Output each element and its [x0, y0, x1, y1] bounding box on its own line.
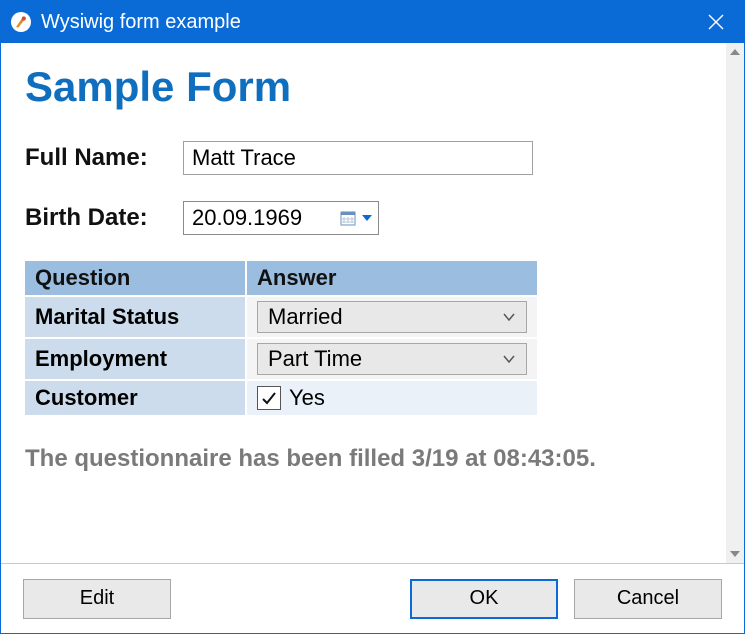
- button-label: Cancel: [617, 587, 679, 610]
- title-bar: Wysiwig form example: [1, 1, 744, 43]
- check-icon: [261, 390, 277, 406]
- table-header-row: Question Answer: [25, 261, 537, 296]
- status-text: The questionnaire has been filled 3/19 a…: [25, 445, 706, 473]
- answer-cell: Part Time: [246, 338, 537, 380]
- app-icon: [11, 12, 31, 32]
- row-birth-date: Birth Date: 20.09.1969: [25, 201, 706, 235]
- ok-button[interactable]: OK: [410, 579, 558, 619]
- question-cell: Customer: [25, 380, 246, 415]
- page-title: Sample Form: [25, 63, 706, 111]
- vertical-scrollbar[interactable]: [726, 43, 744, 563]
- marital-status-select[interactable]: Married: [257, 301, 527, 333]
- table-row: Customer Yes: [25, 380, 537, 415]
- button-label: Edit: [80, 587, 114, 610]
- table-row: Marital Status Married: [25, 296, 537, 338]
- employment-select[interactable]: Part Time: [257, 343, 527, 375]
- table-row: Employment Part Time: [25, 338, 537, 380]
- birth-date-label: Birth Date:: [25, 204, 183, 232]
- header-answer: Answer: [246, 261, 537, 296]
- customer-checkbox-label: Yes: [289, 385, 325, 411]
- scroll-down-icon: [730, 551, 740, 557]
- calendar-icon: [340, 210, 356, 226]
- window-title: Wysiwig form example: [41, 11, 694, 34]
- full-name-input[interactable]: [183, 141, 533, 175]
- full-name-label: Full Name:: [25, 144, 183, 172]
- window-frame: Wysiwig form example Sample Form Full Na…: [0, 0, 745, 634]
- select-value: Married: [268, 304, 502, 330]
- client-area: Sample Form Full Name: Birth Date: 20.09…: [1, 43, 744, 563]
- content-area: Sample Form Full Name: Birth Date: 20.09…: [1, 43, 726, 563]
- question-cell: Marital Status: [25, 296, 246, 338]
- button-label: OK: [470, 587, 499, 610]
- row-full-name: Full Name:: [25, 141, 706, 175]
- birth-date-picker[interactable]: 20.09.1969: [183, 201, 379, 235]
- customer-checkbox-wrap: Yes: [257, 385, 527, 411]
- header-question: Question: [25, 261, 246, 296]
- close-button[interactable]: [694, 4, 738, 40]
- chevron-down-icon: [502, 310, 516, 324]
- customer-checkbox[interactable]: [257, 386, 281, 410]
- question-cell: Employment: [25, 338, 246, 380]
- chevron-down-icon: [502, 352, 516, 366]
- close-icon: [708, 14, 724, 30]
- scroll-up-icon: [730, 49, 740, 55]
- answer-cell: Married: [246, 296, 537, 338]
- button-bar: Edit OK Cancel: [1, 563, 744, 633]
- answer-cell: Yes: [246, 380, 537, 415]
- cancel-button[interactable]: Cancel: [574, 579, 722, 619]
- edit-button[interactable]: Edit: [23, 579, 171, 619]
- question-answer-table: Question Answer Marital Status Married: [25, 261, 537, 415]
- chevron-down-icon: [362, 215, 372, 221]
- birth-date-value: 20.09.1969: [192, 205, 340, 231]
- select-value: Part Time: [268, 346, 502, 372]
